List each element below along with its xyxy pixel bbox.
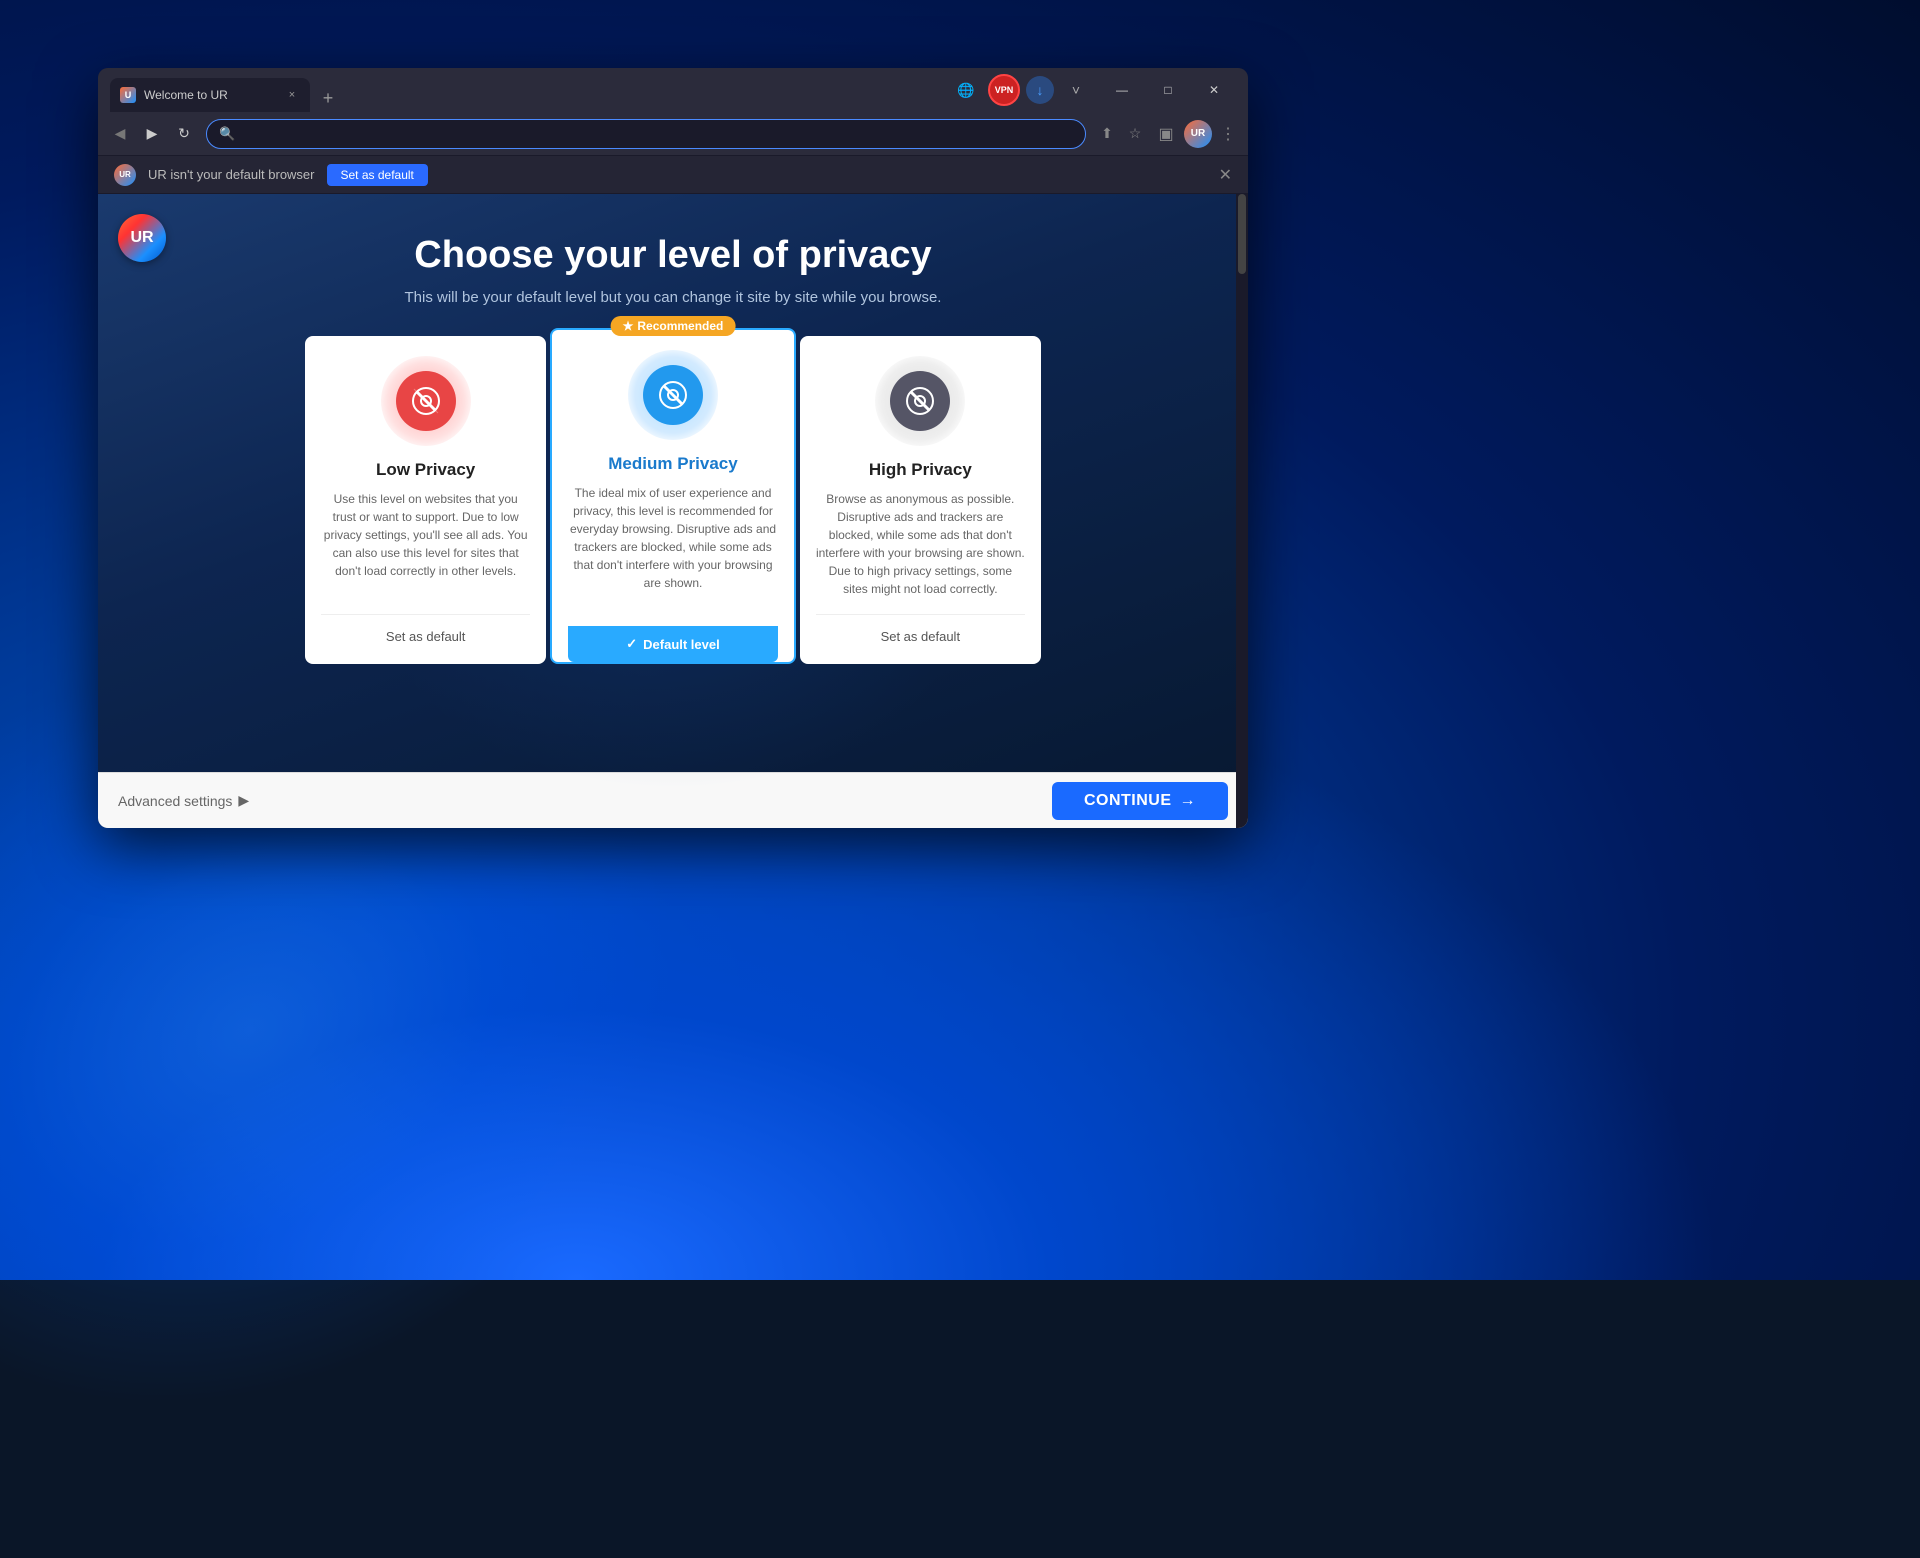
window-controls: — □ ✕: [1100, 74, 1236, 106]
privacy-shield-medium-icon: [656, 378, 690, 412]
tabs-area: U Welcome to UR × +: [110, 68, 950, 112]
menu-button[interactable]: ⋮: [1216, 120, 1240, 148]
checkmark-icon: ✓: [626, 636, 637, 652]
ur-logo: UR: [118, 214, 166, 262]
tab-close-button[interactable]: ×: [284, 87, 300, 103]
privacy-cards-container: Low Privacy Use this level on websites t…: [303, 336, 1043, 664]
forward-button[interactable]: ▶: [138, 120, 166, 148]
medium-privacy-desc: The ideal mix of user experience and pri…: [568, 484, 777, 610]
high-privacy-desc: Browse as anonymous as possible. Disrupt…: [816, 490, 1025, 598]
banner-text: UR isn't your default browser: [148, 167, 315, 182]
download-icon[interactable]: ↓: [1026, 76, 1054, 104]
refresh-button[interactable]: ↻: [170, 120, 198, 148]
chevron-down-icon[interactable]: ˅: [1060, 74, 1092, 106]
bottom-bar: Advanced settings ▶ CONTINUE →: [98, 772, 1248, 828]
profile-button[interactable]: UR: [1184, 120, 1212, 148]
page-subheading: This will be your default level but you …: [405, 289, 942, 306]
high-privacy-footer[interactable]: Set as default: [816, 614, 1025, 644]
tab-favicon: U: [120, 87, 136, 103]
scrollbar[interactable]: [1236, 194, 1248, 828]
url-input[interactable]: [243, 126, 1073, 141]
title-bar-controls: 🌐 VPN ↓ ˅: [950, 74, 1092, 106]
vpn-icon[interactable]: VPN: [988, 74, 1020, 106]
medium-privacy-icon-wrapper: [628, 350, 718, 440]
search-icon: 🔍: [219, 126, 235, 142]
address-bar-actions: ⬆ ☆: [1094, 121, 1148, 147]
low-privacy-icon: [396, 371, 456, 431]
ur-logo-area: UR: [118, 214, 166, 262]
high-privacy-title: High Privacy: [869, 460, 972, 480]
medium-privacy-icon: [643, 365, 703, 425]
address-bar[interactable]: 🔍: [206, 119, 1086, 149]
advanced-settings-label: Advanced settings: [118, 793, 232, 809]
continue-button[interactable]: CONTINUE →: [1052, 782, 1228, 820]
tab-title: Welcome to UR: [144, 88, 276, 102]
browser-window: U Welcome to UR × + 🌐 VPN ↓ ˅ — □ ✕ ◀ ▶ …: [98, 68, 1248, 828]
recommended-label: Recommended: [637, 319, 723, 333]
low-privacy-title: Low Privacy: [376, 460, 475, 480]
high-privacy-icon-wrapper: [875, 356, 965, 446]
medium-privacy-footer[interactable]: ✓ Default level: [568, 626, 777, 662]
close-window-button[interactable]: ✕: [1192, 74, 1236, 106]
banner-ur-icon: UR: [114, 164, 136, 186]
continue-label: CONTINUE: [1084, 792, 1172, 810]
continue-arrow-icon: →: [1180, 792, 1197, 810]
share-icon[interactable]: ⬆: [1094, 121, 1120, 147]
page-main: Choose your level of privacy This will b…: [98, 194, 1248, 772]
default-browser-banner: UR UR isn't your default browser Set as …: [98, 156, 1248, 194]
minimize-button[interactable]: —: [1100, 74, 1144, 106]
low-privacy-footer[interactable]: Set as default: [321, 614, 530, 644]
medium-privacy-title: Medium Privacy: [608, 454, 737, 474]
advanced-settings-link[interactable]: Advanced settings ▶: [118, 792, 249, 809]
bookmark-star-icon[interactable]: ☆: [1122, 121, 1148, 147]
active-tab[interactable]: U Welcome to UR ×: [110, 78, 310, 112]
privacy-shield-high-icon: [903, 384, 937, 418]
back-button[interactable]: ◀: [106, 120, 134, 148]
scrollbar-thumb[interactable]: [1238, 194, 1246, 274]
default-level-label: Default level: [643, 637, 720, 652]
page-heading: Choose your level of privacy: [414, 234, 931, 277]
set-default-button[interactable]: Set as default: [327, 164, 428, 186]
privacy-shield-low-icon: [409, 384, 443, 418]
title-bar: U Welcome to UR × + 🌐 VPN ↓ ˅ — □ ✕: [98, 68, 1248, 112]
new-tab-button[interactable]: +: [314, 84, 342, 112]
sidebar-toggle-button[interactable]: ▣: [1152, 120, 1180, 148]
medium-privacy-card[interactable]: ★ Recommended Medium Privacy: [550, 328, 795, 664]
maximize-button[interactable]: □: [1146, 74, 1190, 106]
globe-icon[interactable]: 🌐: [950, 74, 982, 106]
banner-close-button[interactable]: ✕: [1219, 165, 1232, 185]
address-bar-area: ◀ ▶ ↻ 🔍 ⬆ ☆ ▣ UR ⋮: [98, 112, 1248, 156]
low-privacy-card[interactable]: Low Privacy Use this level on websites t…: [305, 336, 546, 664]
recommended-star-icon: ★: [623, 319, 634, 333]
low-privacy-icon-wrapper: [381, 356, 471, 446]
advanced-settings-arrow-icon: ▶: [238, 792, 249, 809]
high-privacy-icon: [890, 371, 950, 431]
recommended-badge: ★ Recommended: [611, 316, 736, 336]
low-privacy-desc: Use this level on websites that you trus…: [321, 490, 530, 598]
page-content: UR Choose your level of privacy This wil…: [98, 194, 1248, 828]
high-privacy-card[interactable]: High Privacy Browse as anonymous as poss…: [800, 336, 1041, 664]
